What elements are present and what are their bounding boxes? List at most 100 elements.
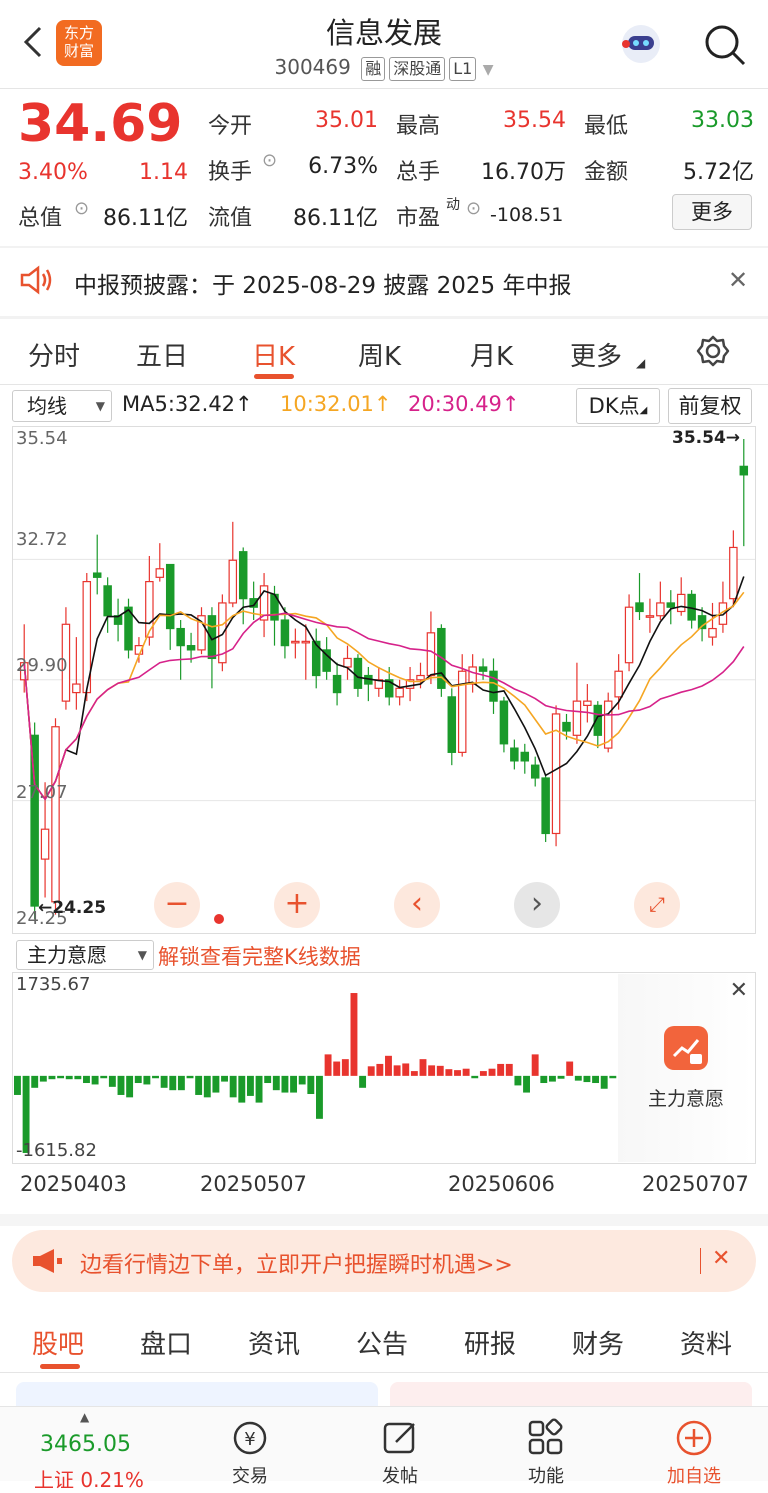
account-banner[interactable]: 边看行情边下单，立即开户把握瞬时机遇>> ✕ (12, 1230, 756, 1292)
info-icon[interactable]: ⊙ (466, 198, 481, 219)
post-icon[interactable] (380, 1418, 420, 1458)
nav-add-watchlist[interactable]: 加自选 (654, 1462, 734, 1488)
candle (343, 645, 352, 680)
dk-button[interactable]: DK点◢ (576, 388, 660, 424)
candle-body (499, 700, 509, 745)
tab-month-k[interactable]: 月K (470, 336, 513, 373)
unlock-link[interactable]: 解锁查看完整K线数据 (158, 941, 361, 971)
kline-axis-l2: 32.72 (16, 529, 68, 550)
candle (395, 679, 404, 706)
candle-body (645, 615, 655, 618)
candle (197, 607, 206, 655)
candle-body (291, 640, 300, 644)
nav-functions[interactable]: 功能 (506, 1462, 586, 1488)
lock-overlay[interactable]: ✕ 主力意愿 (618, 974, 754, 1162)
zoom-in-button[interactable]: + (274, 882, 320, 928)
close-icon[interactable]: ✕ (728, 266, 748, 294)
ma-select-label: 均线 (27, 394, 67, 418)
flow-bar (393, 1065, 401, 1076)
close-icon[interactable]: ✕ (730, 978, 748, 1003)
fullscreen-button[interactable]: ⤢ (634, 882, 680, 928)
candle-body (332, 674, 342, 694)
stock-code: 300469 (274, 55, 351, 79)
candle-body (729, 546, 738, 600)
candle-body (583, 700, 592, 707)
candle-body (530, 764, 540, 779)
tab-forum[interactable]: 股吧 (32, 1324, 84, 1361)
add-icon[interactable] (674, 1418, 714, 1458)
robot-avatar-icon[interactable] (618, 22, 664, 66)
tab-intraday[interactable]: 分时 (28, 336, 80, 373)
candle-body (228, 559, 238, 604)
tab-day-k[interactable]: 日K (252, 336, 295, 373)
flow-select[interactable]: 主力意愿 ▼ (16, 940, 154, 970)
scroll-right-button[interactable]: › (514, 882, 560, 928)
candle (92, 534, 102, 595)
tab-week-k[interactable]: 周K (358, 336, 401, 373)
lock-label: 主力意愿 (647, 1088, 724, 1110)
flow-bar (65, 1075, 73, 1080)
dropdown-icon[interactable]: ▼ (483, 62, 494, 78)
info-icon[interactable]: ⊙ (262, 150, 277, 171)
flow-bar (523, 1075, 530, 1093)
flow-bar (428, 1065, 436, 1076)
candle-body (708, 627, 717, 638)
candle (708, 602, 717, 646)
tab-research[interactable]: 研报 (464, 1324, 516, 1361)
tab-profile[interactable]: 资料 (680, 1324, 732, 1361)
flow-bar (290, 1075, 298, 1093)
ma-select[interactable]: 均线 ▼ (12, 390, 112, 422)
dropdown-icon: ▼ (137, 948, 147, 962)
candle-body (478, 666, 488, 672)
flow-bar (350, 993, 358, 1076)
apps-icon[interactable] (526, 1418, 566, 1458)
candle (165, 563, 175, 650)
nav-trade[interactable]: 交易 (210, 1462, 290, 1488)
active-tab-indicator (40, 1364, 80, 1369)
flow-bar (212, 1075, 220, 1093)
candle-body (635, 602, 644, 613)
candle-body (280, 619, 290, 647)
candle (635, 573, 644, 621)
tab-news[interactable]: 资讯 (248, 1324, 300, 1361)
tab-orderbook[interactable]: 盘口 (140, 1324, 192, 1361)
candle (72, 637, 81, 710)
tab-finance[interactable]: 财务 (572, 1324, 624, 1361)
index-value[interactable]: 3465.05 (40, 1432, 131, 1457)
settings-icon[interactable] (696, 334, 730, 368)
search-icon[interactable] (702, 22, 748, 68)
flow-bar (566, 1061, 574, 1076)
adjust-button[interactable]: 前复权 (668, 388, 752, 424)
tab-five-day[interactable]: 五日 (136, 336, 188, 373)
candle (322, 637, 331, 680)
nav-post[interactable]: 发帖 (360, 1462, 440, 1488)
flow-axis-min: -1615.82 (16, 1140, 97, 1161)
flow-bar (195, 1075, 203, 1095)
megaphone-icon (30, 1246, 64, 1276)
kline-axis-max: 35.54 (16, 428, 68, 449)
flow-bar (143, 1075, 151, 1085)
info-icon[interactable]: ⊙ (74, 198, 89, 219)
flow-bar (454, 1070, 461, 1076)
trade-icon[interactable]: ¥ (230, 1418, 270, 1458)
more-button[interactable]: 更多 (672, 194, 752, 230)
flow-bar (100, 1075, 108, 1079)
flow-bar (557, 1075, 565, 1079)
candle-body (426, 632, 436, 677)
kline-chart[interactable] (12, 426, 756, 934)
candle (103, 577, 112, 633)
candle-body (676, 593, 686, 613)
flow-bar (229, 1075, 237, 1098)
close-icon[interactable]: ✕ (712, 1246, 730, 1271)
zoom-out-button[interactable]: − (154, 882, 200, 928)
flow-bar (134, 1075, 142, 1084)
flow-bar (479, 1071, 487, 1076)
tab-more[interactable]: 更多 (570, 336, 622, 373)
flow-bar (471, 1075, 479, 1079)
candle-body (416, 674, 425, 681)
scroll-left-button[interactable]: ‹ (394, 882, 440, 928)
flow-bar (609, 1075, 617, 1079)
amount-label: 金额 (584, 160, 629, 185)
notice-text[interactable]: 中报预披露：于 2025-08-29 披露 2025 年中报 (74, 266, 571, 300)
tab-announcements[interactable]: 公告 (356, 1324, 408, 1361)
